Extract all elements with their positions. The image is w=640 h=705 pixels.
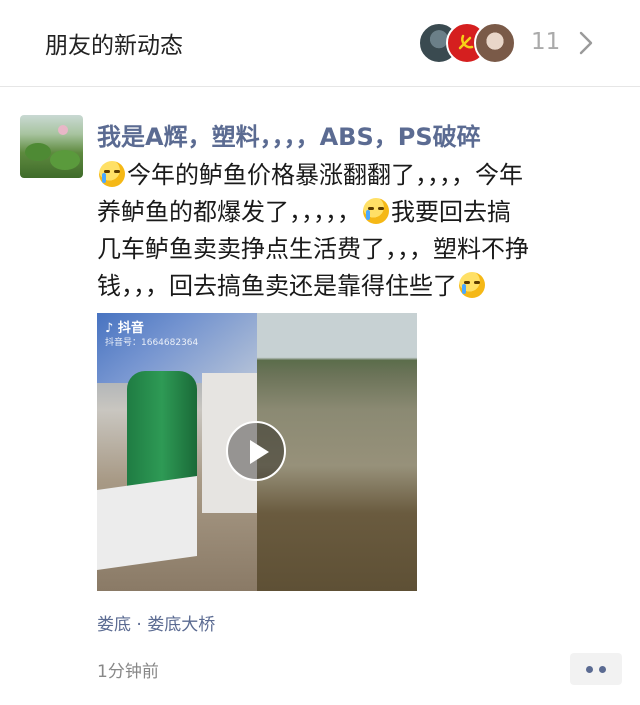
post-text-line: 养鲈鱼的都爆发了，，，，， 我要回去搞 [97, 198, 511, 226]
play-button[interactable] [226, 421, 286, 481]
post-text-line: 钱，，，回去搞鱼卖还是靠得住些了 [97, 268, 617, 305]
crying-emoji-icon [99, 161, 125, 187]
video-white-sheet [97, 475, 197, 571]
new-posts-count: 11 [531, 29, 561, 55]
post-time: 1分钟前 [97, 662, 159, 682]
video-watermark: ♪ 抖音 抖音号：1664682364 [105, 321, 198, 351]
post-text: 今年的鲈鱼价格暴涨翻翻了，，，，今年 养鲈鱼的都爆发了，，，，， 我要回去搞 几车… [97, 157, 617, 305]
watermark-app: 抖音 [117, 321, 144, 336]
chevron-right-icon[interactable] [578, 31, 594, 55]
post-location[interactable]: 娄底 · 娄底大桥 [97, 610, 215, 635]
header-title: 朋友的新动态 [45, 33, 183, 59]
crying-emoji-icon [363, 198, 389, 224]
avatar-leaf [25, 143, 51, 161]
play-icon [250, 440, 269, 464]
moments-header[interactable]: 朋友的新动态 11 [0, 0, 640, 86]
avatar-lotus [58, 125, 68, 135]
friend-avatar [474, 22, 516, 64]
watermark-id: 抖音号：1664682364 [105, 338, 199, 348]
post-author-name[interactable]: 我是A辉，塑料，，，，ABS，PS破碎 [97, 117, 481, 152]
tiktok-icon: ♪ [105, 321, 114, 336]
more-dot [586, 666, 593, 673]
more-actions-button[interactable] [570, 653, 622, 685]
header-divider [0, 86, 640, 87]
post-text-line: 今年的鲈鱼价格暴涨翻翻了，，，，今年 [97, 157, 617, 194]
post-author-avatar[interactable] [20, 115, 83, 178]
avatar-leaf [50, 150, 80, 170]
crying-emoji-icon [459, 272, 485, 298]
video-thumbnail[interactable]: ♪ 抖音 抖音号：1664682364 [97, 313, 417, 591]
post-text-line: 几车鲈鱼卖卖挣点生活费了，，，塑料不挣 [97, 235, 529, 263]
friend-avatars[interactable] [418, 22, 518, 64]
more-dot [599, 666, 606, 673]
